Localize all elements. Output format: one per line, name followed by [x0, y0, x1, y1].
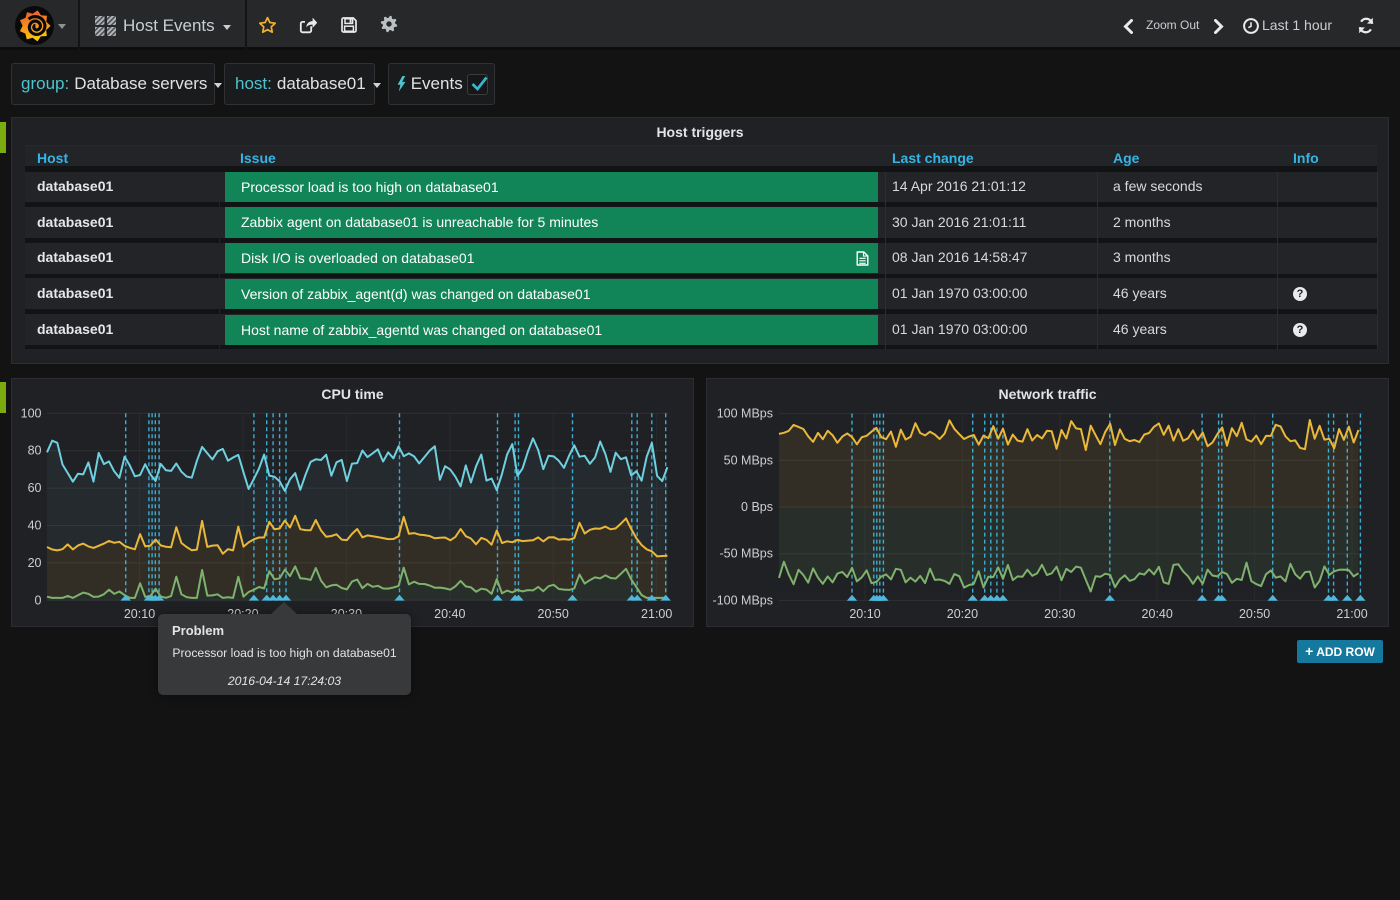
svg-text:-50 MBps: -50 MBps: [720, 547, 774, 561]
svg-text:20:40: 20:40: [1142, 607, 1173, 621]
svg-text:100 MBps: 100 MBps: [717, 407, 773, 421]
svg-text:-100 MBps: -100 MBps: [713, 593, 773, 607]
svg-text:20:50: 20:50: [538, 607, 569, 621]
svg-text:60: 60: [28, 481, 42, 495]
svg-text:20:10: 20:10: [124, 607, 155, 621]
svg-text:100: 100: [21, 406, 42, 420]
svg-text:21:00: 21:00: [641, 607, 672, 621]
svg-text:20:40: 20:40: [434, 607, 465, 621]
svg-text:20:30: 20:30: [1044, 607, 1075, 621]
svg-text:21:00: 21:00: [1336, 607, 1367, 621]
svg-text:0: 0: [35, 593, 42, 607]
svg-text:20:20: 20:20: [947, 607, 978, 621]
svg-text:80: 80: [28, 444, 42, 458]
svg-text:20:10: 20:10: [849, 607, 880, 621]
svg-text:40: 40: [28, 519, 42, 533]
svg-text:20: 20: [28, 556, 42, 570]
svg-text:50 MBps: 50 MBps: [724, 453, 773, 467]
svg-text:20:50: 20:50: [1239, 607, 1270, 621]
svg-text:0 Bps: 0 Bps: [741, 500, 773, 514]
